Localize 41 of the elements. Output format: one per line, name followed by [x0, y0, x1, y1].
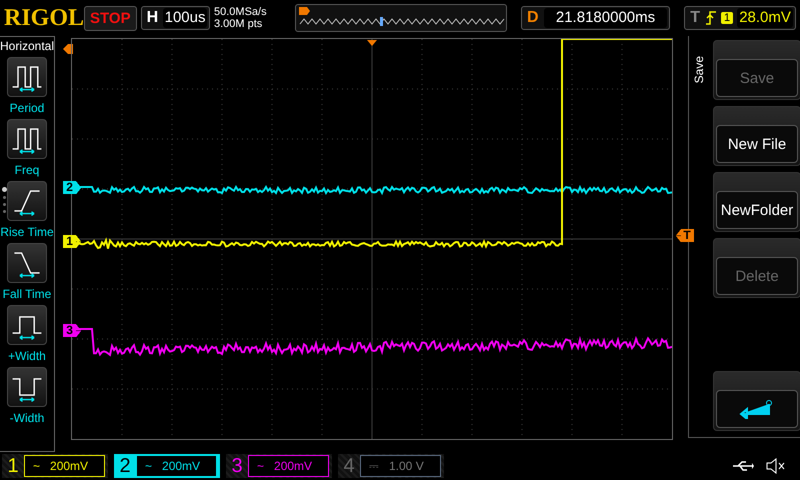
trigger-position-icon [63, 44, 74, 54]
channel-marker[interactable]: 1 [63, 235, 82, 248]
page-dot[interactable] [2, 187, 7, 192]
measure-button[interactable] [7, 367, 48, 407]
trigger-time-icon [366, 40, 377, 46]
delay-box[interactable]: D 21.8180000ms [521, 6, 670, 30]
menu-button[interactable]: New File [713, 106, 800, 166]
speaker-muted-icon [766, 458, 786, 474]
measure-button[interactable] [7, 57, 48, 97]
rising-edge-icon [704, 10, 717, 26]
menu-button[interactable]: NewFolder [713, 172, 800, 232]
measure-label: Rise Time [0, 225, 54, 239]
measure-label: Freq [14, 163, 40, 177]
measure-label: Period [10, 101, 44, 115]
channel-marker[interactable]: 3 [63, 324, 82, 337]
channel-marker[interactable]: 2 [63, 181, 82, 194]
memory-depth: 3.00M pts [214, 18, 264, 30]
trigger-level-marker[interactable]: T [676, 229, 694, 242]
run-status[interactable]: STOP [84, 6, 137, 30]
measure-button[interactable] [7, 305, 48, 345]
channel-tab[interactable]: 3 ~ 200mV [226, 454, 332, 478]
measure-label: -Width [10, 411, 44, 425]
sample-rate: 50.0MSa/s [214, 6, 268, 18]
measure-button[interactable] [7, 119, 48, 159]
measure-button[interactable] [7, 181, 48, 221]
measure-label: Fall Time [2, 287, 52, 301]
page-dot[interactable] [3, 196, 6, 199]
channel-tab[interactable]: 1 ~ 200mV [2, 454, 108, 478]
measure-button[interactable] [7, 243, 48, 283]
channel-tab[interactable]: 2 ~ 200mV [114, 454, 220, 478]
timebase-box[interactable]: H 100us [140, 6, 210, 30]
trigger-source: 1 [720, 12, 734, 24]
menu-title: Save [692, 56, 706, 84]
back-button[interactable] [713, 371, 800, 431]
page-dot[interactable] [3, 203, 6, 206]
panel-title: Horizontal [0, 39, 54, 53]
page-dot[interactable] [3, 210, 6, 213]
trigger-box[interactable]: T 1 28.0mV [684, 6, 796, 30]
channel-tab[interactable]: 4 ⎓ 1.00 V [338, 454, 444, 478]
usb-icon [732, 460, 754, 472]
measure-label: +Width [8, 349, 46, 363]
